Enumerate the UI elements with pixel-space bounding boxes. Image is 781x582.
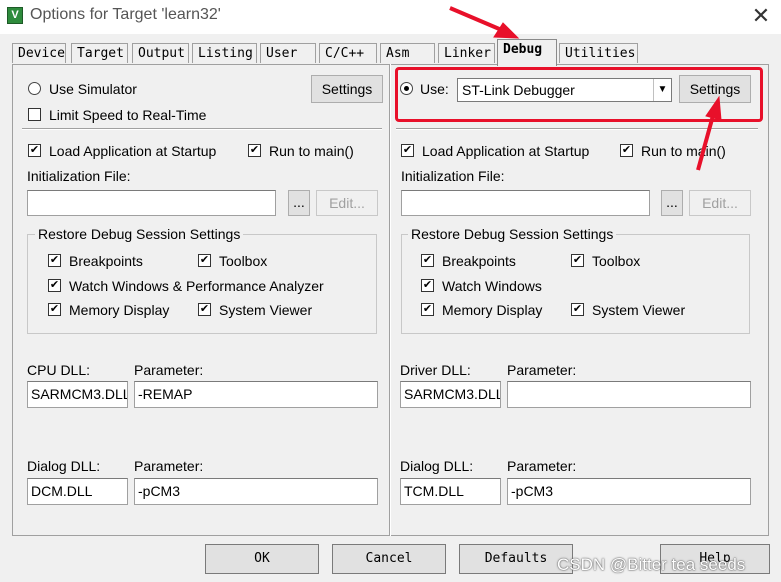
tab-debug[interactable]: Debug — [497, 39, 557, 66]
arrow-head-debug-tab — [493, 22, 520, 39]
arrow-head-settings-button — [705, 95, 722, 121]
csdn-watermark: CSDN @Bitter tea seeds — [557, 555, 746, 574]
annotation-arrows — [449, 6, 722, 171]
arrow-to-debug-tab — [449, 6, 505, 33]
arrow-to-settings-button — [696, 111, 716, 171]
